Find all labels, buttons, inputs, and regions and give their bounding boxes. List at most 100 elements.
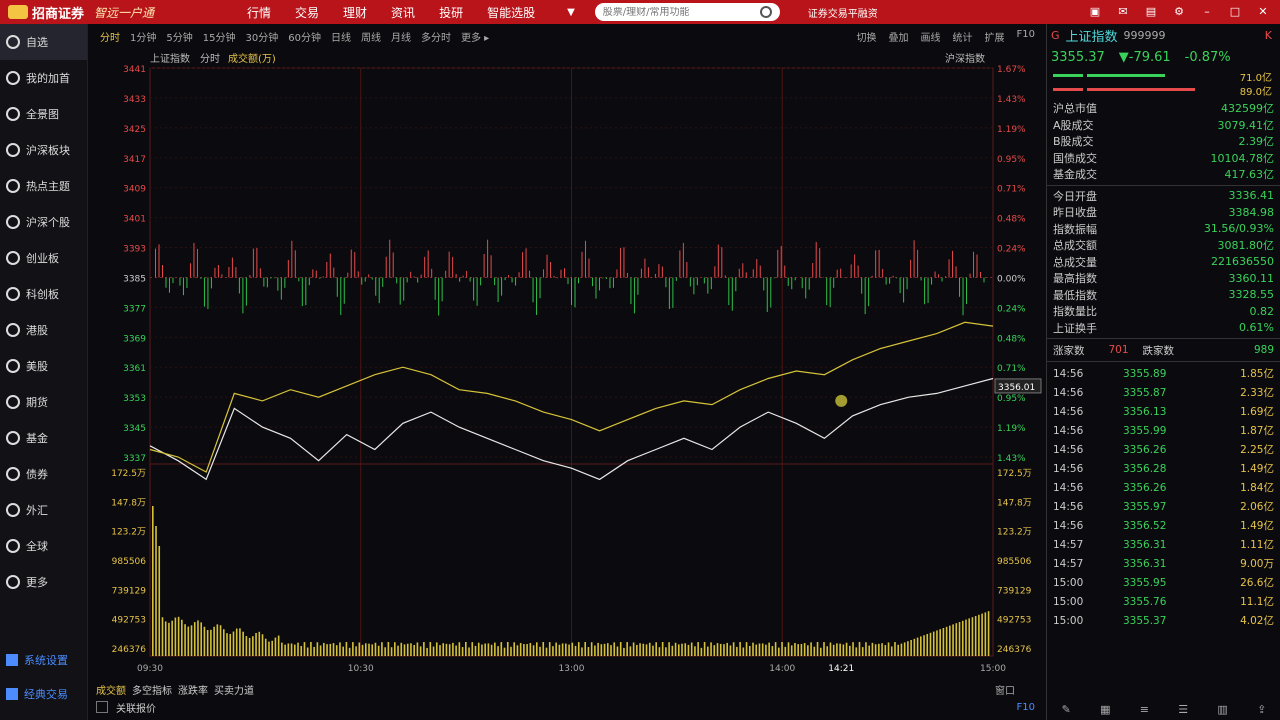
volume-bar <box>629 646 632 656</box>
layout-icon[interactable]: ▤ <box>1144 5 1158 19</box>
app-logo: 招商证券 智远一户通 <box>0 3 235 22</box>
sidebar-item-14[interactable]: 全球 <box>0 528 87 564</box>
search-input[interactable] <box>602 6 760 18</box>
sidebar-item-1[interactable]: 我的加首 <box>0 60 87 96</box>
nav-market[interactable]: 行情 <box>247 4 271 21</box>
sidebar-item-13[interactable]: 外汇 <box>0 492 87 528</box>
tick-list[interactable]: 14:56 3355.89 1.85亿 14:56 3355.87 2.33亿 14:56 3… <box>1047 364 1280 630</box>
sidebar-item-6[interactable]: 创业板 <box>0 240 87 276</box>
list-icon[interactable]: ☰ <box>1178 703 1188 716</box>
sidebar-bottom-0[interactable]: 系统设置 <box>0 652 88 668</box>
intraday-chart[interactable]: 3441 1.67% 3433 1.43% 3425 1.19% 3417 0.95% 3409… <box>90 24 1045 674</box>
tick-volume: 2.33亿 <box>1240 387 1274 399</box>
brand-name: 招商证券 <box>32 6 85 22</box>
sidebar-item-12[interactable]: 债券 <box>0 456 87 492</box>
chart-icon[interactable]: ▥ <box>1217 703 1227 716</box>
tick-time: 15:00 <box>1053 576 1084 589</box>
quote-row-label: 指数量比 <box>1053 305 1097 319</box>
sidebar-item-7[interactable]: 科创板 <box>0 276 87 312</box>
calc-icon[interactable]: ≡ <box>1140 703 1149 716</box>
sidebar-item-15[interactable]: 更多 <box>0 564 87 600</box>
sidebar-item-5[interactable]: 沪深个股 <box>0 204 87 240</box>
search-box[interactable] <box>594 3 780 21</box>
tick-row: 14:56 3355.97 2.06亿 <box>1047 497 1280 516</box>
indicator-tab-1[interactable]: 多空指标 <box>132 682 172 697</box>
volume-bar <box>400 642 403 656</box>
pct-tick-label: 0.95% <box>997 394 1026 404</box>
price-tick-label: 3361 <box>123 364 146 374</box>
nav-news[interactable]: 资讯 <box>391 4 415 21</box>
sidebar-item-8[interactable]: 港股 <box>0 312 87 348</box>
volume-bar <box>887 642 890 656</box>
time-tick-label: 14:00 <box>769 664 795 674</box>
nav-trade[interactable]: 交易 <box>295 4 319 21</box>
nav-stock-picker[interactable]: 智能选股 <box>487 4 535 21</box>
sidebar-item-10[interactable]: 期货 <box>0 384 87 420</box>
volume-bar <box>219 625 222 656</box>
indicator-tab-0[interactable]: 成交额 <box>96 682 126 697</box>
kline-toggle-button[interactable]: K <box>1265 29 1272 42</box>
pen-icon[interactable]: ✎ <box>1062 703 1071 716</box>
sidebar-item-4[interactable]: 热点主题 <box>0 168 87 204</box>
pct-tick-label: 0.48% <box>997 334 1026 344</box>
volume-bar <box>261 634 264 656</box>
share-icon[interactable]: ⇪ <box>1257 703 1266 716</box>
settings-icon[interactable]: ⚙ <box>1172 5 1186 19</box>
volume-bar <box>323 642 325 656</box>
sidebar-item-label: 热点主题 <box>26 180 70 193</box>
tick-time: 14:57 <box>1053 538 1084 551</box>
volume-bar <box>342 646 344 656</box>
sidebar-item-label: 美股 <box>26 360 48 373</box>
search-icon[interactable] <box>759 6 772 18</box>
quote-row-value: 221636550 <box>1211 255 1274 269</box>
sidebar-item-icon <box>6 287 20 301</box>
volume-bar <box>800 643 803 656</box>
minimize-icon[interactable]: – <box>1200 5 1214 19</box>
brand-icon <box>8 5 28 19</box>
volume-bar <box>403 644 406 656</box>
tick-row: 14:56 3356.28 1.49亿 <box>1047 459 1280 478</box>
volume-bar <box>842 644 845 656</box>
volume-bar <box>181 619 183 656</box>
indicator-tab-2[interactable]: 涨跌率 <box>178 682 208 697</box>
tick-time: 14:56 <box>1053 519 1084 532</box>
volume-bar <box>920 636 922 656</box>
tick-row: 14:56 3356.26 1.84亿 <box>1047 478 1280 497</box>
sidebar-item-9[interactable]: 美股 <box>0 348 87 384</box>
tick-price: 3355.97 <box>1123 500 1167 513</box>
nav-finance[interactable]: 理财 <box>343 4 367 21</box>
linked-quote-checkbox[interactable] <box>96 701 108 713</box>
close-icon[interactable]: ✕ <box>1256 5 1270 19</box>
message-icon[interactable]: ✉ <box>1116 5 1130 19</box>
volume-bar <box>923 635 925 656</box>
volume-bar <box>300 646 303 656</box>
volume-bar <box>384 647 386 656</box>
advance-count: 701 <box>1108 344 1129 356</box>
nav-more-chevron-icon[interactable]: ▼ <box>567 7 575 18</box>
volume-bar <box>965 619 967 656</box>
volume-bar <box>894 642 896 656</box>
window-label[interactable]: 窗口 <box>995 682 1015 697</box>
volume-bar <box>677 644 680 656</box>
tick-price: 3356.28 <box>1123 462 1167 475</box>
volume-bar <box>435 642 438 656</box>
sidebar-item-2[interactable]: 全景图 <box>0 96 87 132</box>
trading-platform-link[interactable]: 证券交易平融资 <box>808 5 878 20</box>
sidebar-item-3[interactable]: 沪深板块 <box>0 132 87 168</box>
volume-bar <box>255 632 257 656</box>
decline-count: 989 <box>1253 344 1274 356</box>
nav-research[interactable]: 投研 <box>439 4 463 21</box>
volume-bar <box>555 642 557 656</box>
volume-bar <box>523 644 525 656</box>
volume-bar <box>826 646 829 656</box>
indicator-tab-3[interactable]: 买卖力道 <box>214 682 254 697</box>
book-icon[interactable]: ▦ <box>1100 703 1110 716</box>
skin-icon[interactable]: ▣ <box>1088 5 1102 19</box>
sidebar-item-0[interactable]: 自选 <box>0 24 87 60</box>
volume-bar <box>684 643 687 656</box>
sidebar-bottom-1[interactable]: 经典交易 <box>0 686 88 702</box>
sidebar-item-11[interactable]: 基金 <box>0 420 87 456</box>
f10-link[interactable]: F10 <box>1017 702 1035 713</box>
volume-bar <box>274 637 277 656</box>
maximize-icon[interactable]: □ <box>1228 5 1242 19</box>
